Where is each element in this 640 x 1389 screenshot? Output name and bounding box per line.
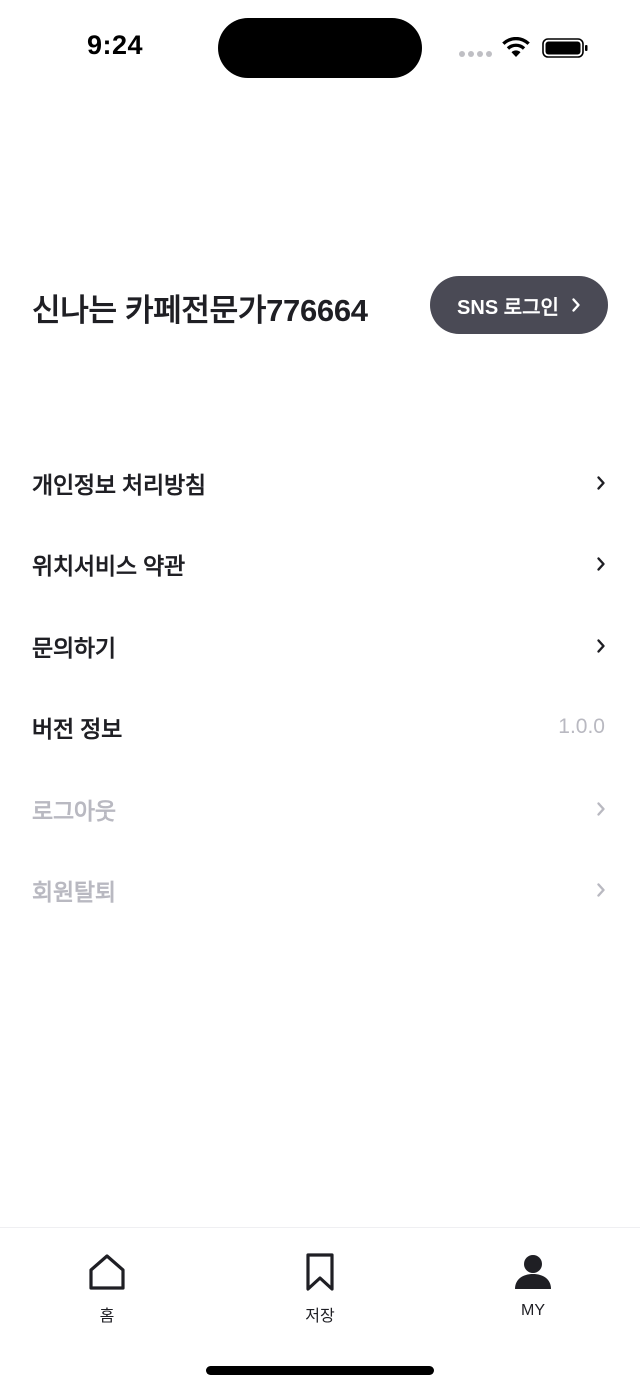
battery-icon [542,38,588,58]
wifi-icon [502,37,530,57]
dynamic-island [218,18,422,78]
menu-item-label: 문의하기 [32,634,116,661]
home-icon [89,1254,125,1290]
person-icon [515,1255,551,1289]
chevron-right-icon [597,802,605,816]
chevron-right-icon [597,557,605,571]
chevron-right-icon [597,476,605,490]
tab-home-label: 홈 [99,1308,115,1325]
tab-my-label: MY [521,1302,545,1319]
status-time: 9:24 [87,30,144,60]
tab-saved[interactable]: 저장 [275,1252,365,1326]
menu-item-withdraw[interactable]: 회원탈퇴 [0,850,640,932]
home-indicator [206,1366,434,1375]
chevron-right-icon [597,883,605,897]
menu-item-label: 회원탈퇴 [32,879,116,906]
menu-item-version-info: 버전 정보 1.0.0 [0,687,640,769]
bottom-tab-bar: 홈 저장 MY [0,1227,640,1389]
menu-item-label: 버전 정보 [32,716,123,743]
version-value: 1.0.0 [558,715,605,739]
screen: 9:24 신나는 카페전문가776664 SNS 로그인 개인정보 처리방침 위… [0,0,640,1389]
sns-login-label: SNS 로그인 [457,296,559,319]
tab-my[interactable]: MY [488,1252,578,1320]
menu-item-location-terms[interactable]: 위치서비스 약관 [0,524,640,606]
chevron-right-icon [572,298,580,312]
menu-item-label: 로그아웃 [32,797,116,824]
cellular-signal-icon [459,51,492,57]
menu-item-privacy-policy[interactable]: 개인정보 처리방침 [0,442,640,524]
settings-menu: 개인정보 처리방침 위치서비스 약관 문의하기 버전 정보 1.0.0 로그아웃 [0,442,640,931]
bookmark-icon [306,1253,334,1291]
tab-saved-label: 저장 [305,1308,335,1325]
menu-item-label: 개인정보 처리방침 [32,471,206,498]
tab-home[interactable]: 홈 [62,1252,152,1326]
profile-nickname: 신나는 카페전문가776664 [32,293,368,328]
menu-item-inquiry[interactable]: 문의하기 [0,605,640,687]
chevron-right-icon [597,639,605,653]
menu-item-logout[interactable]: 로그아웃 [0,768,640,850]
sns-login-button[interactable]: SNS 로그인 [430,276,608,334]
menu-item-label: 위치서비스 약관 [32,553,185,580]
